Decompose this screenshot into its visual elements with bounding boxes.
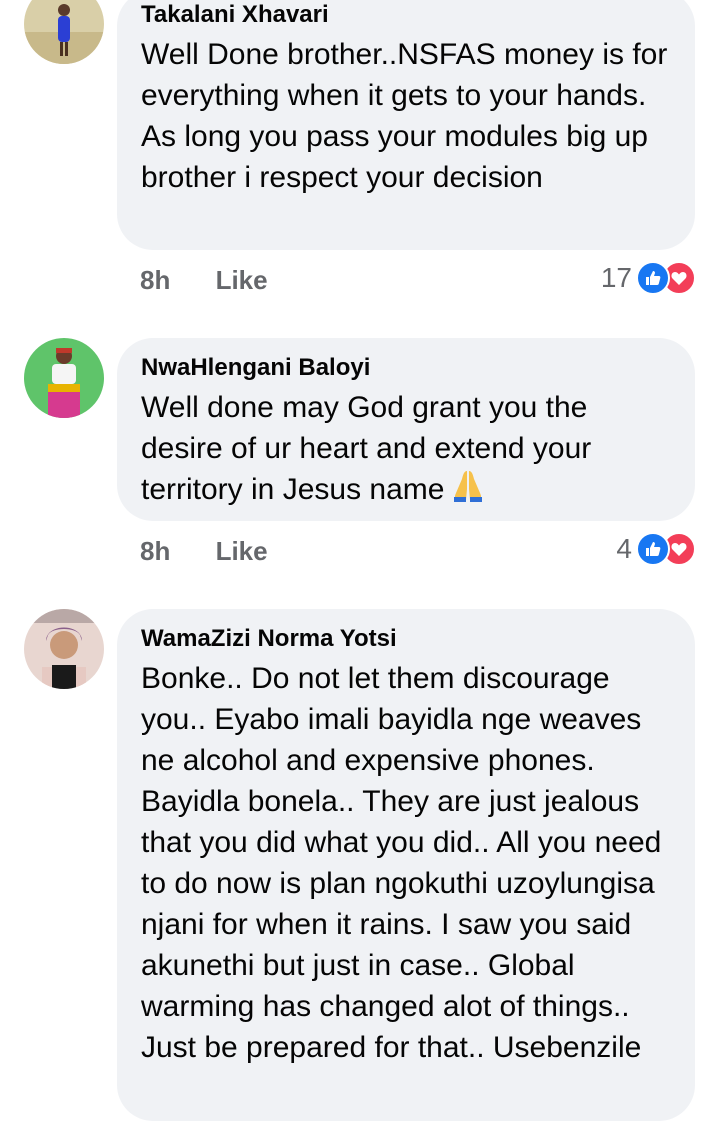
comment-meta: 8h Like	[140, 265, 268, 296]
like-button[interactable]: Like	[216, 265, 268, 295]
author-name[interactable]: Takalani Xhavari	[141, 0, 673, 30]
like-button[interactable]: Like	[216, 536, 268, 566]
like-icon	[636, 261, 670, 295]
timestamp[interactable]: 8h	[140, 536, 170, 566]
like-icon	[636, 532, 670, 566]
timestamp[interactable]: 8h	[140, 265, 170, 295]
avatar[interactable]	[24, 338, 104, 418]
author-name[interactable]: NwaHlengani Baloyi	[141, 353, 673, 383]
comment-text-body: Well done may God grant you the desire o…	[141, 391, 592, 506]
reaction-count: 17	[600, 262, 632, 293]
author-name[interactable]: WamaZizi Norma Yotsi	[141, 624, 673, 654]
comment-bubble: NwaHlengani Baloyi Well done may God gra…	[117, 338, 695, 521]
comment-text: Well Done brother..NSFAS money is for ev…	[141, 38, 668, 194]
comment-bubble: WamaZizi Norma Yotsi Bonke.. Do not let …	[117, 609, 695, 1121]
reaction-count: 4	[616, 533, 632, 564]
comment-bubble: Takalani Xhavari Well Done brother..NSFA…	[117, 0, 695, 250]
reaction-summary[interactable]: 17	[601, 261, 696, 295]
comment-text: Bonke.. Do not let them discourage you..…	[141, 662, 662, 1064]
comment-text: Well done may God grant you the desire o…	[141, 387, 673, 514]
reaction-summary[interactable]: 4	[616, 532, 696, 566]
avatar[interactable]	[24, 609, 104, 689]
comment-meta: 8h Like	[140, 536, 268, 567]
praying-hands-icon	[450, 469, 486, 514]
avatar[interactable]	[24, 0, 104, 64]
